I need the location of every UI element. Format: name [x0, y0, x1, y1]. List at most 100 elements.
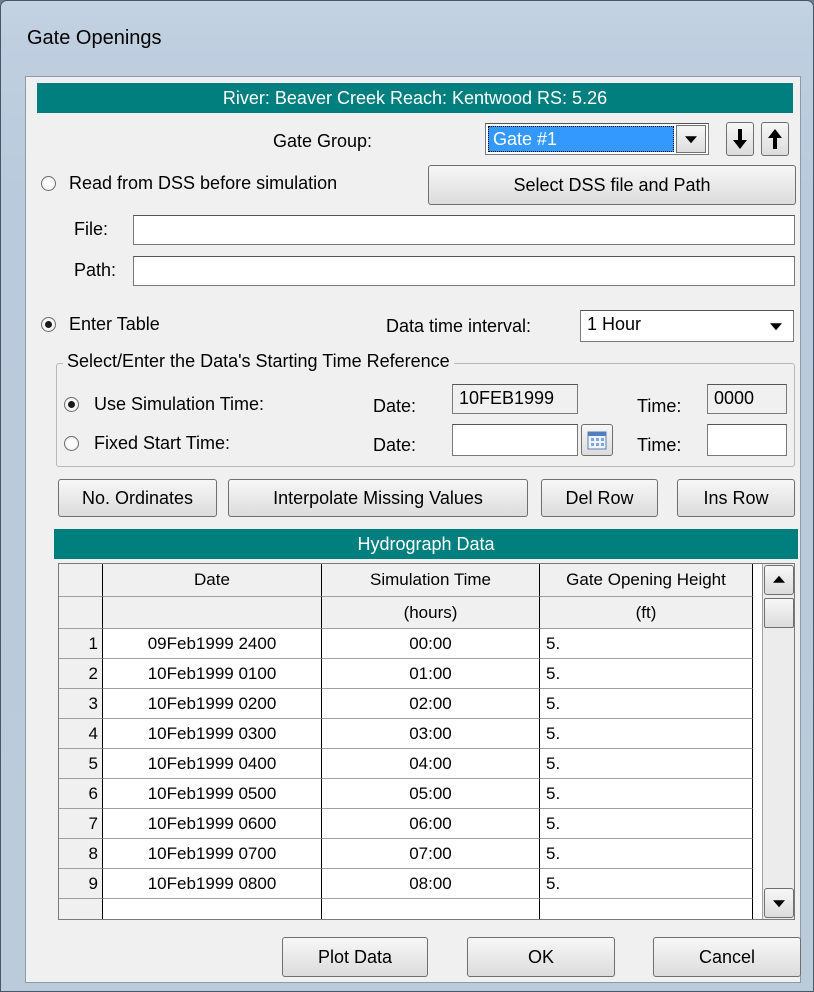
table-scrollbar[interactable]	[762, 564, 794, 919]
corner-cell	[59, 564, 103, 597]
row-number: 3	[59, 689, 103, 719]
ok-button[interactable]: OK	[467, 937, 615, 977]
gate-height-cell[interactable]: 5.	[540, 629, 753, 659]
use-sim-time-radio[interactable]	[64, 397, 79, 412]
row-number: 9	[59, 869, 103, 899]
move-down-button[interactable]	[726, 122, 754, 156]
del-row-button[interactable]: Del Row	[541, 479, 658, 517]
date-cell: 10Feb1999 0700	[103, 839, 322, 869]
ins-row-label: Ins Row	[703, 487, 769, 508]
sim-time-cell: 01:00	[322, 659, 540, 689]
path-label: Path:	[74, 260, 117, 280]
corner-cell	[59, 597, 103, 629]
hydrograph-title: Hydrograph Data	[54, 529, 798, 559]
fixed-start-radio[interactable]	[64, 436, 79, 451]
gate-height-cell[interactable]: 5.	[540, 839, 753, 869]
cancel-label: Cancel	[698, 946, 756, 967]
sim-time-value: 0000	[714, 388, 755, 408]
location-header: River: Beaver Creek Reach: Kentwood RS: …	[37, 83, 793, 113]
gate-height-cell[interactable]: 5.	[540, 749, 753, 779]
calendar-icon	[587, 431, 607, 450]
plot-data-label: Plot Data	[317, 946, 393, 967]
sim-time-cell: 03:00	[322, 719, 540, 749]
column-header: Simulation Time	[322, 564, 540, 597]
chevron-down-icon	[685, 136, 697, 144]
interpolate-label: Interpolate Missing Values	[273, 487, 483, 508]
ins-row-button[interactable]: Ins Row	[677, 479, 795, 517]
sim-time-cell: 00:00	[322, 629, 540, 659]
sim-time-cell: 06:00	[322, 809, 540, 839]
chevron-down-icon	[770, 323, 782, 331]
scroll-down-button[interactable]	[764, 888, 794, 918]
gate-group-label: Gate Group:	[273, 131, 373, 151]
scroll-down-icon	[773, 900, 785, 908]
date-cell	[103, 899, 322, 919]
row-number: 7	[59, 809, 103, 839]
window-title: Gate Openings	[27, 27, 162, 49]
fixed-time-input[interactable]	[707, 424, 787, 456]
no-ordinates-label: No. Ordinates	[81, 487, 194, 508]
date-cell: 10Feb1999 0200	[103, 689, 322, 719]
sim-time-cell: 08:00	[322, 869, 540, 899]
fixed-start-label: Fixed Start Time:	[94, 433, 231, 453]
enter-table-label: Enter Table	[69, 314, 160, 334]
path-input[interactable]	[133, 256, 795, 286]
hydrograph-table[interactable]: Date Simulation Time (hours) Gate Opening H…	[58, 563, 795, 920]
read-from-dss-radio[interactable]	[41, 176, 56, 191]
enter-table-radio[interactable]	[41, 317, 56, 332]
arrow-down-icon	[733, 129, 747, 149]
interpolate-button[interactable]: Interpolate Missing Values	[228, 479, 528, 517]
gate-group-dropdown-button[interactable]	[676, 125, 706, 153]
date-cell: 10Feb1999 0500	[103, 779, 322, 809]
sim-time-cell: 02:00	[322, 689, 540, 719]
interval-label: Data time interval:	[386, 316, 532, 336]
row-number: 2	[59, 659, 103, 689]
file-label: File:	[74, 219, 109, 239]
sim-time-cell: 07:00	[322, 839, 540, 869]
del-row-label: Del Row	[565, 487, 634, 508]
no-ordinates-button[interactable]: No. Ordinates	[58, 479, 217, 517]
gate-height-cell[interactable]: 5.	[540, 869, 753, 899]
file-input[interactable]	[133, 215, 795, 245]
select-dss-button-label: Select DSS file and Path	[513, 174, 711, 195]
date-cell: 10Feb1999 0100	[103, 659, 322, 689]
interval-select[interactable]: 1 Hour	[580, 310, 794, 342]
row-number: 1	[59, 629, 103, 659]
scroll-up-button[interactable]	[764, 565, 794, 595]
use-sim-time-label: Use Simulation Time:	[94, 394, 265, 414]
plot-data-button[interactable]: Plot Data	[282, 937, 428, 977]
sim-time-cell: 04:00	[322, 749, 540, 779]
fixed-time-label: Time:	[637, 435, 682, 455]
gate-group-value: Gate #1	[493, 129, 558, 149]
gate-height-cell[interactable]: 5.	[540, 809, 753, 839]
sim-date-value: 10FEB1999	[459, 388, 555, 408]
gate-height-cell[interactable]: 5.	[540, 689, 753, 719]
row-number: 5	[59, 749, 103, 779]
date-cell: 10Feb1999 0600	[103, 809, 322, 839]
move-up-button[interactable]	[761, 122, 789, 156]
gate-height-cell[interactable]: 5.	[540, 719, 753, 749]
sim-time-field: 0000	[707, 384, 787, 414]
date-cell: 10Feb1999 0800	[103, 869, 322, 899]
column-units: (hours)	[322, 597, 540, 629]
cancel-button[interactable]: Cancel	[653, 937, 801, 977]
gate-height-cell[interactable]: 5.	[540, 659, 753, 689]
column-units	[103, 597, 322, 629]
gate-openings-window: Gate Openings River: Beaver Creek Reach:…	[0, 0, 814, 992]
gate-height-cell[interactable]	[540, 899, 753, 919]
row-number: 4	[59, 719, 103, 749]
date-cell: 10Feb1999 0400	[103, 749, 322, 779]
row-number: 8	[59, 839, 103, 869]
fixed-date-input[interactable]	[452, 424, 578, 456]
interval-dropdown-button[interactable]	[761, 312, 791, 340]
read-from-dss-label: Read from DSS before simulation	[69, 173, 338, 193]
ok-label: OK	[527, 946, 554, 967]
row-number	[59, 899, 103, 919]
gate-group-select[interactable]: Gate #1	[485, 123, 709, 155]
gate-height-cell[interactable]: 5.	[540, 779, 753, 809]
select-dss-button[interactable]: Select DSS file and Path	[428, 165, 796, 205]
calendar-button[interactable]	[581, 424, 613, 456]
sim-date-label: Date:	[373, 396, 417, 416]
scroll-thumb[interactable]	[764, 598, 794, 628]
sim-time-label: Time:	[637, 396, 682, 416]
